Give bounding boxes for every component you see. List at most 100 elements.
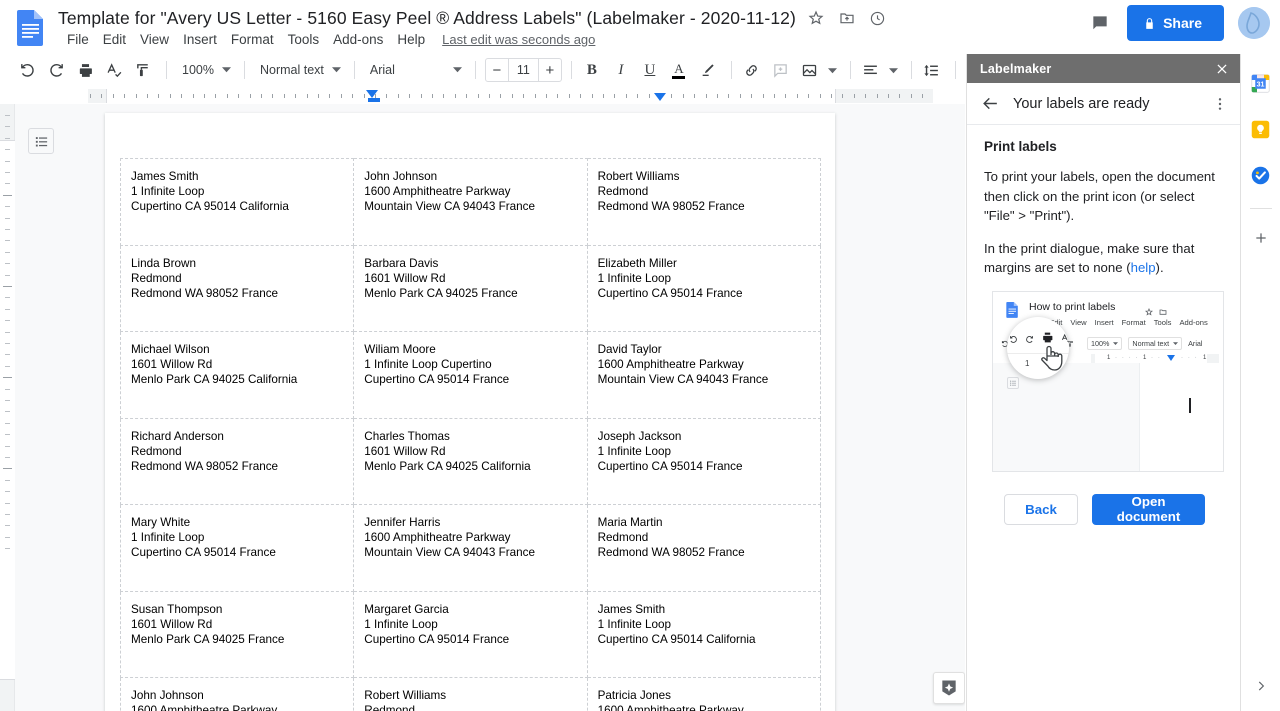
label-cell[interactable]: Jennifer Harris 1600 Amphitheatre Parkway… [353,504,588,592]
explore-icon[interactable] [933,672,965,704]
ruler-tick [694,94,696,98]
menu-edit[interactable]: Edit [96,31,133,48]
open-document-button[interactable]: Open document [1092,493,1205,525]
vertical-ruler-tick [5,228,10,230]
font-size-decrease-button[interactable]: − [486,59,508,81]
insert-image-dropdown-icon[interactable] [826,57,840,83]
expand-rail-chevron-icon[interactable] [1254,679,1268,693]
vertical-ruler-tick [5,297,10,299]
vertical-ruler-tick [5,536,10,538]
label-cell[interactable]: Elizabeth Miller 1 Infinite Loop Cupertino… [586,244,821,332]
label-cell[interactable]: Charles Thomas 1601 Willow Rd Menlo Park C… [353,417,588,505]
get-add-ons-icon[interactable] [1246,223,1276,253]
document-canvas: James Smith 1 Infinite Loop Cupertino CA 9… [15,104,965,711]
text-align-dropdown-icon[interactable] [887,57,901,83]
label-cell[interactable]: Susan Thompson 1601 Willow Rd Menlo Park C… [119,590,355,678]
insert-link-icon[interactable] [739,57,765,83]
label-cell[interactable]: Margaret Garcia 1 Infinite Loop Cupertino … [353,590,588,678]
ruler-tick [295,94,297,98]
menu-file[interactable]: File [60,31,96,48]
label-cell[interactable]: Patricia Jones 1600 Amphitheatre Parkway [586,677,821,711]
google-keep-icon[interactable] [1246,114,1276,144]
label-cell[interactable]: Robert Williams Redmond Redmond WA 98052 F… [586,158,821,246]
menu-tools[interactable]: Tools [281,31,327,48]
underline-label: U [644,61,656,78]
back-arrow-icon[interactable] [981,94,1000,113]
font-selector[interactable]: Arial [362,57,468,83]
menu-view[interactable]: View [133,31,176,48]
paint-format-icon[interactable] [130,57,156,83]
label-cell[interactable]: James Smith 1 Infinite Loop Cupertino CA 9… [586,590,821,678]
label-line-street: 1 Infinite Loop Cupertino [364,358,492,372]
add-comment-icon[interactable] [768,57,794,83]
share-button[interactable]: Share [1127,5,1224,41]
label-line-street: Redmond [131,444,182,458]
line-spacing-icon[interactable] [919,57,945,83]
labels-table[interactable]: James Smith 1 Infinite Loop Cupertino CA 9… [119,158,821,711]
label-cell[interactable]: Linda Brown Redmond Redmond WA 98052 Franc… [119,244,355,332]
close-icon[interactable] [1215,62,1229,76]
font-size-increase-button[interactable]: + [539,59,561,81]
ruler-tick [192,94,194,98]
label-cell[interactable]: Barbara Davis 1601 Willow Rd Menlo Park CA… [353,244,588,332]
back-button[interactable]: Back [1004,493,1078,525]
menu-addons[interactable]: Add-ons [326,31,390,48]
toolbar-divider [849,61,851,79]
vertical-ruler-tick [5,240,10,242]
undo-icon[interactable] [14,57,40,83]
label-cell[interactable]: John Johnson 1600 Amphitheatre Parkway [119,677,355,711]
page-title[interactable]: Template for "Avery US Letter - 5160 Eas… [58,8,796,29]
google-calendar-icon[interactable]: 31 [1246,68,1276,98]
label-cell[interactable]: Wiliam Moore 1 Infinite Loop Cupertino Cup… [353,331,588,419]
menu-format[interactable]: Format [224,31,281,48]
bold-button[interactable]: B [579,57,605,83]
ruler-tick [340,94,342,98]
document-outline-icon[interactable] [28,128,54,154]
ruler-tick [135,94,137,98]
insert-image-icon[interactable] [797,57,823,83]
help-link[interactable]: help [1131,260,1156,275]
text-color-button[interactable]: A [666,57,692,83]
vertical-ruler-tick [5,308,10,310]
google-tasks-icon[interactable] [1246,160,1276,190]
move-to-folder-icon[interactable] [836,7,858,29]
label-cell[interactable]: James Smith 1 Infinite Loop Cupertino CA 9… [119,158,355,246]
avatar[interactable] [1238,7,1270,39]
label-cell[interactable]: Michael Wilson 1601 Willow Rd Menlo Park C… [119,331,355,419]
vertical-ruler-tick [5,525,10,527]
font-size-input[interactable]: 11 [507,59,539,81]
label-cell[interactable]: Maria Martin Redmond Redmond WA 98052 Fran… [586,504,821,592]
last-edit-status[interactable]: Last edit was seconds ago [442,32,595,47]
thumb-mag-page-number: 1 [1025,358,1030,368]
highlight-color-icon[interactable] [695,57,721,83]
label-cell[interactable]: John Johnson 1600 Amphitheatre Parkway Mou… [353,158,588,246]
paragraph-style-selector[interactable]: Normal text [252,57,347,83]
spellcheck-icon[interactable] [101,57,127,83]
menu-insert[interactable]: Insert [176,31,224,48]
zoom-selector[interactable]: 100% [174,57,237,83]
label-cell[interactable]: Robert Williams Redmond [353,677,588,711]
thumb-zoom-value: 100% [1091,339,1110,348]
underline-button[interactable]: U [637,57,663,83]
label-cell[interactable]: Richard Anderson Redmond Redmond WA 98052 … [119,417,355,505]
label-cell[interactable]: Joseph Jackson 1 Infinite Loop Cupertino C… [586,417,821,505]
redo-icon[interactable] [43,57,69,83]
italic-button[interactable]: I [608,57,634,83]
label-cell[interactable]: Mary White 1 Infinite Loop Cupertino CA 95… [119,504,355,592]
cloud-saved-icon[interactable] [867,7,889,29]
print-icon[interactable] [72,57,98,83]
text-align-icon[interactable] [858,57,884,83]
table-row: Susan Thompson 1601 Willow Rd Menlo Park C… [119,590,821,678]
ruler-tick [169,94,171,98]
label-cell[interactable]: David Taylor 1600 Amphitheatre Parkway Mou… [586,331,821,419]
more-menu-icon[interactable] [1212,96,1228,112]
comments-icon[interactable] [1083,6,1117,40]
ruler-tick [124,94,126,98]
vertical-ruler[interactable] [0,104,15,711]
document-page[interactable]: James Smith 1 Infinite Loop Cupertino CA 9… [105,113,835,711]
ruler-tick [500,94,502,98]
horizontal-ruler[interactable] [88,89,933,103]
label-line-name: Linda Brown [131,256,196,270]
menu-help[interactable]: Help [390,31,432,48]
star-icon[interactable] [805,7,827,29]
